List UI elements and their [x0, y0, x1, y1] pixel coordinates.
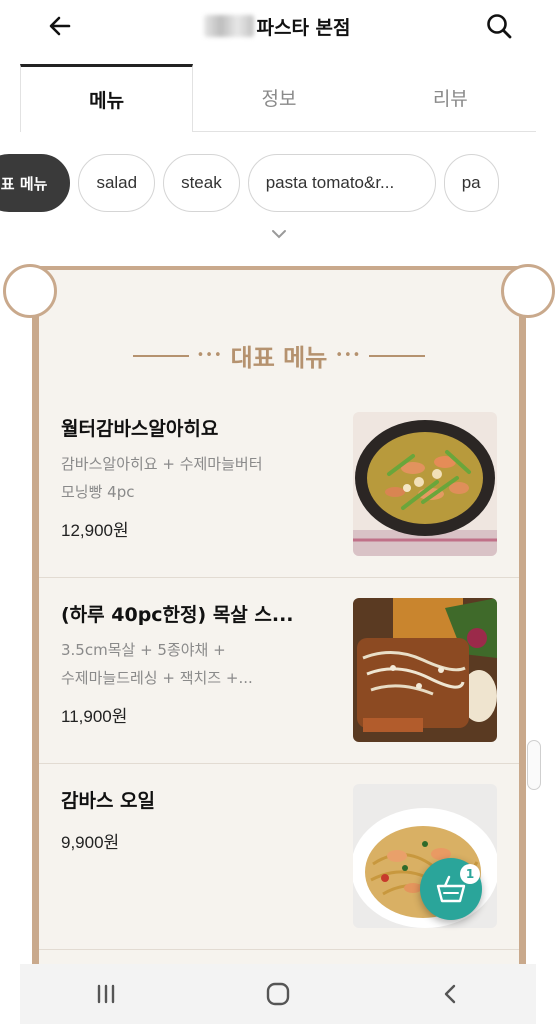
- page-title: 파스타 본점: [256, 16, 351, 39]
- panel-corner-ornament-right: [501, 264, 555, 318]
- section-divider-left: [132, 354, 189, 357]
- recent-apps-button[interactable]: [76, 969, 136, 1019]
- menu-item-desc-line: 수제마늘드레싱 + 잭치즈 +...: [61, 669, 253, 687]
- chip-salad[interactable]: salad: [78, 154, 156, 212]
- menu-item-price: 12,900원: [61, 521, 129, 540]
- blurred-store-name: [204, 15, 255, 37]
- chip-pasta-tomato[interactable]: pasta tomato&r...: [247, 154, 436, 212]
- menu-item-name: 월터감바스알아히요: [61, 418, 219, 440]
- menu-item-walter-gambas[interactable]: 월터감바스알아히요 감바스알아히요 + 수제마늘버터 모닝빵 4pc 12,90…: [39, 392, 519, 578]
- three-bars-icon: [97, 984, 115, 1004]
- search-button[interactable]: [481, 8, 517, 44]
- section-ornament-right: •••: [335, 348, 362, 363]
- menu-item-name: 감바스 오일: [61, 790, 156, 812]
- food-photo-steak: [353, 598, 497, 742]
- chip-steak[interactable]: steak: [163, 154, 240, 212]
- system-back-button[interactable]: [420, 969, 480, 1019]
- system-navigation-bar: [20, 964, 536, 1024]
- chevron-left-icon: [444, 984, 456, 1004]
- expand-chips-button[interactable]: [268, 226, 290, 242]
- food-photo-gambas: [353, 412, 497, 556]
- cart-count-badge: 1: [460, 864, 480, 884]
- store-title-wrap: 파스타 본점: [204, 13, 351, 40]
- menu-item-price: 9,900원: [61, 833, 120, 852]
- menu-item-price: 11,900원: [61, 707, 128, 726]
- menu-item-pork-neck-steak[interactable]: (하루 40pc한정) 목살 스... 3.5cm목살 + 5종야채 + 수제마…: [39, 578, 519, 764]
- back-button[interactable]: [42, 8, 78, 44]
- menu-item-name: (하루 40pc한정) 목살 스...: [61, 604, 294, 626]
- cart-button[interactable]: 1: [420, 858, 482, 920]
- menu-item-desc-line: 3.5cm목살 + 5종야채 +: [61, 641, 226, 659]
- tab-info[interactable]: 정보: [193, 64, 364, 131]
- fast-scroll-handle[interactable]: [527, 740, 541, 790]
- arrow-left-icon: [49, 16, 71, 36]
- home-button[interactable]: [248, 969, 308, 1019]
- store-tabs: 메뉴 정보 리뷰: [20, 64, 536, 132]
- menu-item-photo-steak: [353, 598, 497, 742]
- menu-item-description: 3.5cm목살 + 5종야채 + 수제마늘드레싱 + 잭치즈 +...: [61, 636, 331, 692]
- section-header: ••• 대표 메뉴 •••: [39, 338, 519, 373]
- section-ornament-left: •••: [196, 348, 223, 363]
- category-chips: 대표 메뉴 salad steak pasta tomato&r... pa: [0, 154, 555, 212]
- panel-corner-ornament-left: [3, 264, 57, 318]
- search-icon: [487, 14, 512, 39]
- chevron-down-icon: [272, 230, 286, 239]
- chip-signature-menu[interactable]: 대표 메뉴: [0, 154, 71, 212]
- app-header: 파스타 본점: [0, 0, 555, 52]
- section-title: 대표 메뉴: [230, 344, 328, 372]
- menu-item-desc-line: 감바스알아히요 + 수제마늘버터: [61, 455, 263, 473]
- tab-menu[interactable]: 메뉴: [20, 64, 194, 132]
- tab-reviews[interactable]: 리뷰: [365, 64, 536, 131]
- section-divider-right: [369, 354, 426, 357]
- menu-item-desc-line: 모닝빵 4pc: [61, 483, 135, 501]
- home-icon: [266, 982, 290, 1006]
- menu-item-photo-gambas: [353, 412, 497, 556]
- menu-item-description: 감바스알아히요 + 수제마늘버터 모닝빵 4pc: [61, 450, 331, 506]
- menu-item-gambas-oil[interactable]: 감바스 오일 9,900원: [39, 764, 519, 950]
- chip-pasta-partial[interactable]: pa: [443, 154, 499, 212]
